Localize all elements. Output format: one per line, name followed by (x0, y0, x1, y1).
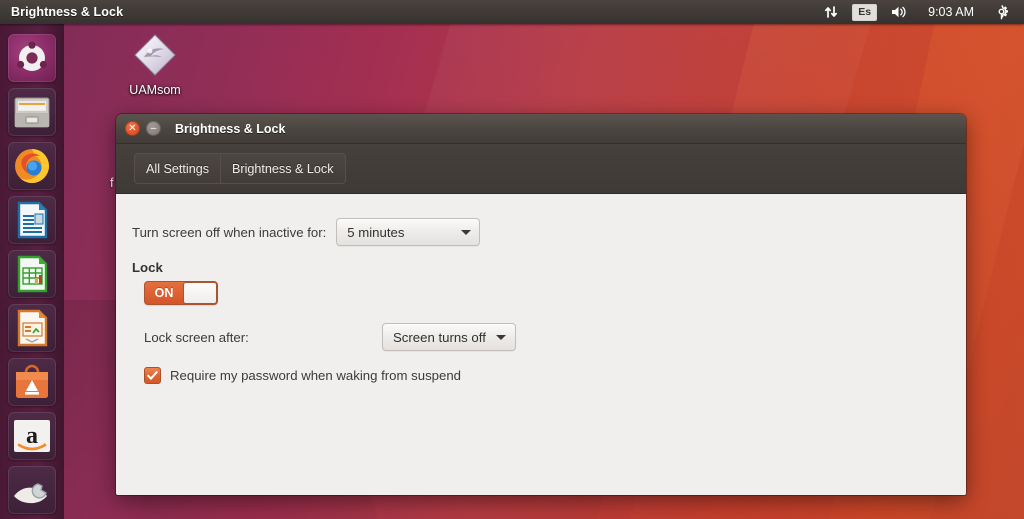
network-updown-icon[interactable] (817, 0, 845, 24)
chevron-down-icon (461, 229, 472, 235)
panel-indicators: Es 9:03 AM (817, 0, 1024, 24)
close-icon[interactable]: ✕ (125, 121, 140, 136)
lock-toggle-state: ON (154, 286, 174, 300)
launcher-item-firefox[interactable] (8, 142, 56, 190)
close-glyph: ✕ (128, 122, 137, 134)
window-title: Brightness & Lock (175, 121, 286, 136)
keyboard-layout-label: Es (852, 3, 878, 21)
launcher-item-system-settings[interactable] (8, 466, 56, 514)
launcher-item-files[interactable] (8, 88, 56, 136)
launcher-item-amazon[interactable]: a (8, 412, 56, 460)
current-panel-button[interactable]: Brightness & Lock (220, 153, 346, 184)
launcher-item-ubuntu-dash[interactable] (8, 34, 56, 82)
desktop-icon-label: UAMsom (129, 83, 181, 97)
chevron-down-icon (495, 334, 506, 340)
lock-after-dropdown[interactable]: Screen turns off (382, 323, 516, 351)
screen-off-label: Turn screen off when inactive for: (132, 224, 327, 240)
launcher-item-libreoffice-writer[interactable] (8, 196, 56, 244)
require-password-label: Require my password when waking from sus… (170, 368, 461, 383)
window-titlebar[interactable]: ✕ ‒ Brightness & Lock (116, 114, 966, 144)
screen-off-row: Turn screen off when inactive for: 5 min… (132, 218, 966, 246)
clock-indicator[interactable]: 9:03 AM (915, 0, 987, 24)
gear-icon[interactable] (987, 0, 1016, 24)
screen-off-value: 5 minutes (347, 224, 405, 240)
check-icon (147, 371, 158, 380)
require-password-row[interactable]: Require my password when waking from sus… (144, 367, 966, 384)
lock-after-row: Lock screen after: Screen turns off (144, 323, 966, 351)
unity-launcher: a (0, 24, 64, 519)
require-password-checkbox[interactable] (144, 367, 161, 384)
window-toolbar: All Settings Brightness & Lock (116, 144, 966, 194)
launcher-item-libreoffice-impress[interactable] (8, 304, 56, 352)
lock-after-value: Screen turns off (393, 329, 486, 345)
all-settings-button[interactable]: All Settings (134, 153, 221, 184)
launcher-item-ubuntu-software[interactable] (8, 358, 56, 406)
uamsom-diamond-icon (132, 32, 178, 78)
lock-toggle-knob[interactable] (183, 282, 217, 304)
volume-icon[interactable] (884, 0, 915, 24)
brightness-lock-window: ✕ ‒ Brightness & Lock All Settings Brigh… (116, 114, 966, 495)
top-panel: Brightness & Lock Es 9:03 AM (0, 0, 1024, 24)
lock-options: Lock screen after: Screen turns off Requ… (144, 323, 966, 384)
settings-content: Turn screen off when inactive for: 5 min… (116, 194, 966, 495)
desktop-screen: Brightness & Lock Es 9:03 AM a UAMsom f … (0, 0, 1024, 519)
occluded-desktop-text: f (110, 175, 114, 190)
launcher-item-libreoffice-calc[interactable] (8, 250, 56, 298)
lock-after-label: Lock screen after: (144, 329, 249, 345)
minimize-glyph: ‒ (150, 122, 157, 134)
lock-section-title: Lock (132, 260, 163, 275)
lock-toggle[interactable]: ON (144, 281, 218, 305)
keyboard-layout-indicator[interactable]: Es (845, 0, 884, 24)
svg-text:a: a (26, 423, 38, 449)
minimize-icon[interactable]: ‒ (146, 121, 161, 136)
clock-label: 9:03 AM (928, 5, 974, 19)
desktop-icon-uamsom[interactable]: UAMsom (118, 32, 192, 97)
panel-title: Brightness & Lock (11, 5, 124, 19)
screen-off-dropdown[interactable]: 5 minutes (336, 218, 481, 246)
